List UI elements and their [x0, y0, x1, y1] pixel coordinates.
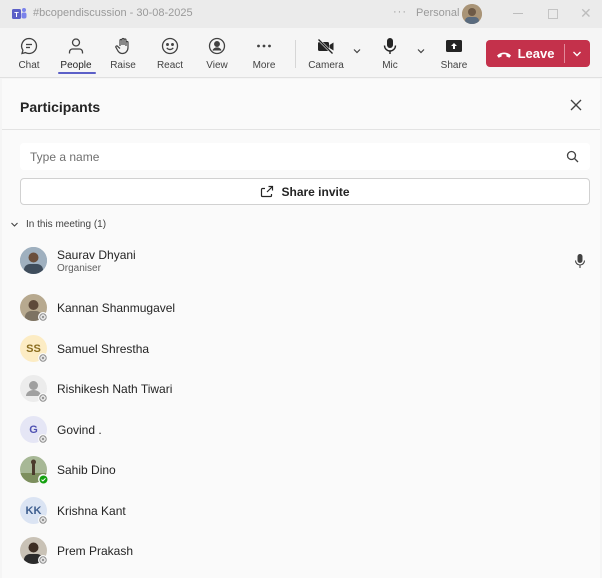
participant-name: Samuel Shrestha — [57, 342, 150, 356]
camera-off-icon — [317, 38, 334, 55]
share-label: Share — [440, 60, 468, 71]
window-title: #bcopendiscussion - 30-08-2025 — [33, 7, 193, 19]
offline-status-icon — [38, 312, 48, 322]
ellipsis-icon — [257, 44, 271, 48]
offline-status-icon — [38, 353, 48, 363]
raise-hand-button[interactable]: Raise — [103, 36, 143, 74]
offline-status-icon — [38, 393, 48, 403]
section-label: In this meeting (1) — [26, 219, 107, 230]
participant-row[interactable]: Prem Prakash — [20, 535, 590, 567]
share-icon — [261, 185, 274, 198]
chat-button[interactable]: Chat — [9, 36, 49, 74]
more-button[interactable]: More — [244, 36, 284, 74]
mic-button[interactable]: Mic — [370, 36, 410, 74]
share-screen-button[interactable]: Share — [434, 36, 474, 74]
svg-text:T: T — [14, 12, 19, 19]
smile-icon — [161, 37, 179, 55]
leave-main-action[interactable]: Leave — [486, 40, 564, 67]
view-button[interactable]: View — [197, 36, 237, 74]
view-icon — [208, 37, 226, 55]
camera-options-chevron-icon[interactable] — [351, 45, 363, 57]
raise-label: Raise — [110, 60, 136, 71]
window-titlebar: T #bcopendiscussion - 30-08-2025 ··· Per… — [0, 0, 602, 28]
participant-row[interactable]: G Govind . — [20, 414, 590, 446]
leave-options-button[interactable] — [564, 40, 590, 67]
maximize-button[interactable] — [548, 9, 558, 19]
share-invite-button[interactable]: Share invite — [20, 178, 590, 205]
window-more-button[interactable]: ··· — [393, 6, 407, 18]
window-close-button[interactable]: ✕ — [580, 5, 592, 21]
participant-name: Saurav Dhyani — [57, 248, 136, 262]
mic-icon — [383, 38, 397, 54]
participant-row[interactable]: Sahib Dino — [20, 454, 590, 486]
share-screen-icon — [446, 40, 462, 52]
phone-hangup-icon — [496, 52, 511, 58]
search-icon[interactable] — [566, 150, 579, 163]
hand-icon — [115, 37, 129, 55]
avatar — [20, 247, 47, 274]
share-invite-label: Share invite — [281, 184, 350, 199]
participant-row[interactable]: Kannan Shanmugavel — [20, 292, 590, 324]
panel-title: Participants — [20, 99, 101, 115]
participant-name: Prem Prakash — [57, 544, 134, 558]
close-icon[interactable] — [568, 97, 584, 113]
participant-name: Rishikesh Nath Tiwari — [57, 382, 173, 396]
chevron-down-icon — [573, 51, 581, 56]
search-input[interactable] — [30, 147, 550, 166]
participant-name: Govind . — [57, 423, 102, 437]
camera-label: Camera — [308, 60, 344, 71]
react-label: React — [156, 60, 184, 71]
camera-button[interactable]: Camera — [306, 36, 346, 74]
participants-panel: Participants Share invite In this meetin… — [2, 79, 600, 578]
people-active-indicator — [58, 72, 96, 74]
participant-row[interactable]: Rishikesh Nath Tiwari — [20, 373, 590, 405]
chat-label: Chat — [18, 60, 40, 71]
available-status-icon — [38, 474, 48, 484]
offline-status-icon — [38, 515, 48, 525]
mic-label: Mic — [382, 60, 398, 71]
participant-role: Organiser — [57, 263, 101, 274]
participant-row-organizer[interactable]: Saurav Dhyani Organiser — [20, 245, 590, 277]
people-button[interactable]: People — [56, 36, 96, 74]
leave-label: Leave — [517, 46, 555, 61]
more-label: More — [252, 60, 276, 71]
participant-name: Kannan Shanmugavel — [57, 301, 176, 315]
panel-divider — [2, 129, 600, 130]
participant-name: Sahib Dino — [57, 463, 116, 477]
account-avatar[interactable] — [462, 4, 482, 24]
leave-button[interactable]: Leave — [486, 40, 590, 67]
teams-logo-icon: T — [12, 8, 27, 19]
participant-row[interactable]: KK Krishna Kant — [20, 495, 590, 527]
chat-icon — [20, 37, 38, 55]
minimize-button[interactable] — [513, 13, 523, 14]
participant-search — [20, 143, 590, 170]
toolbar-divider — [295, 40, 296, 68]
chevron-down-icon — [11, 222, 18, 227]
offline-status-icon — [38, 434, 48, 444]
react-button[interactable]: React — [150, 36, 190, 74]
mic-icon — [574, 254, 586, 268]
view-label: View — [206, 60, 228, 71]
participant-row[interactable]: SS Samuel Shrestha — [20, 333, 590, 365]
people-icon — [68, 38, 84, 54]
mic-options-chevron-icon[interactable] — [415, 45, 427, 57]
in-meeting-section-header[interactable]: In this meeting (1) — [10, 219, 106, 230]
account-label[interactable]: Personal — [416, 7, 459, 19]
participant-name: Krishna Kant — [57, 504, 126, 518]
people-label: People — [60, 60, 92, 71]
offline-status-icon — [38, 555, 48, 565]
